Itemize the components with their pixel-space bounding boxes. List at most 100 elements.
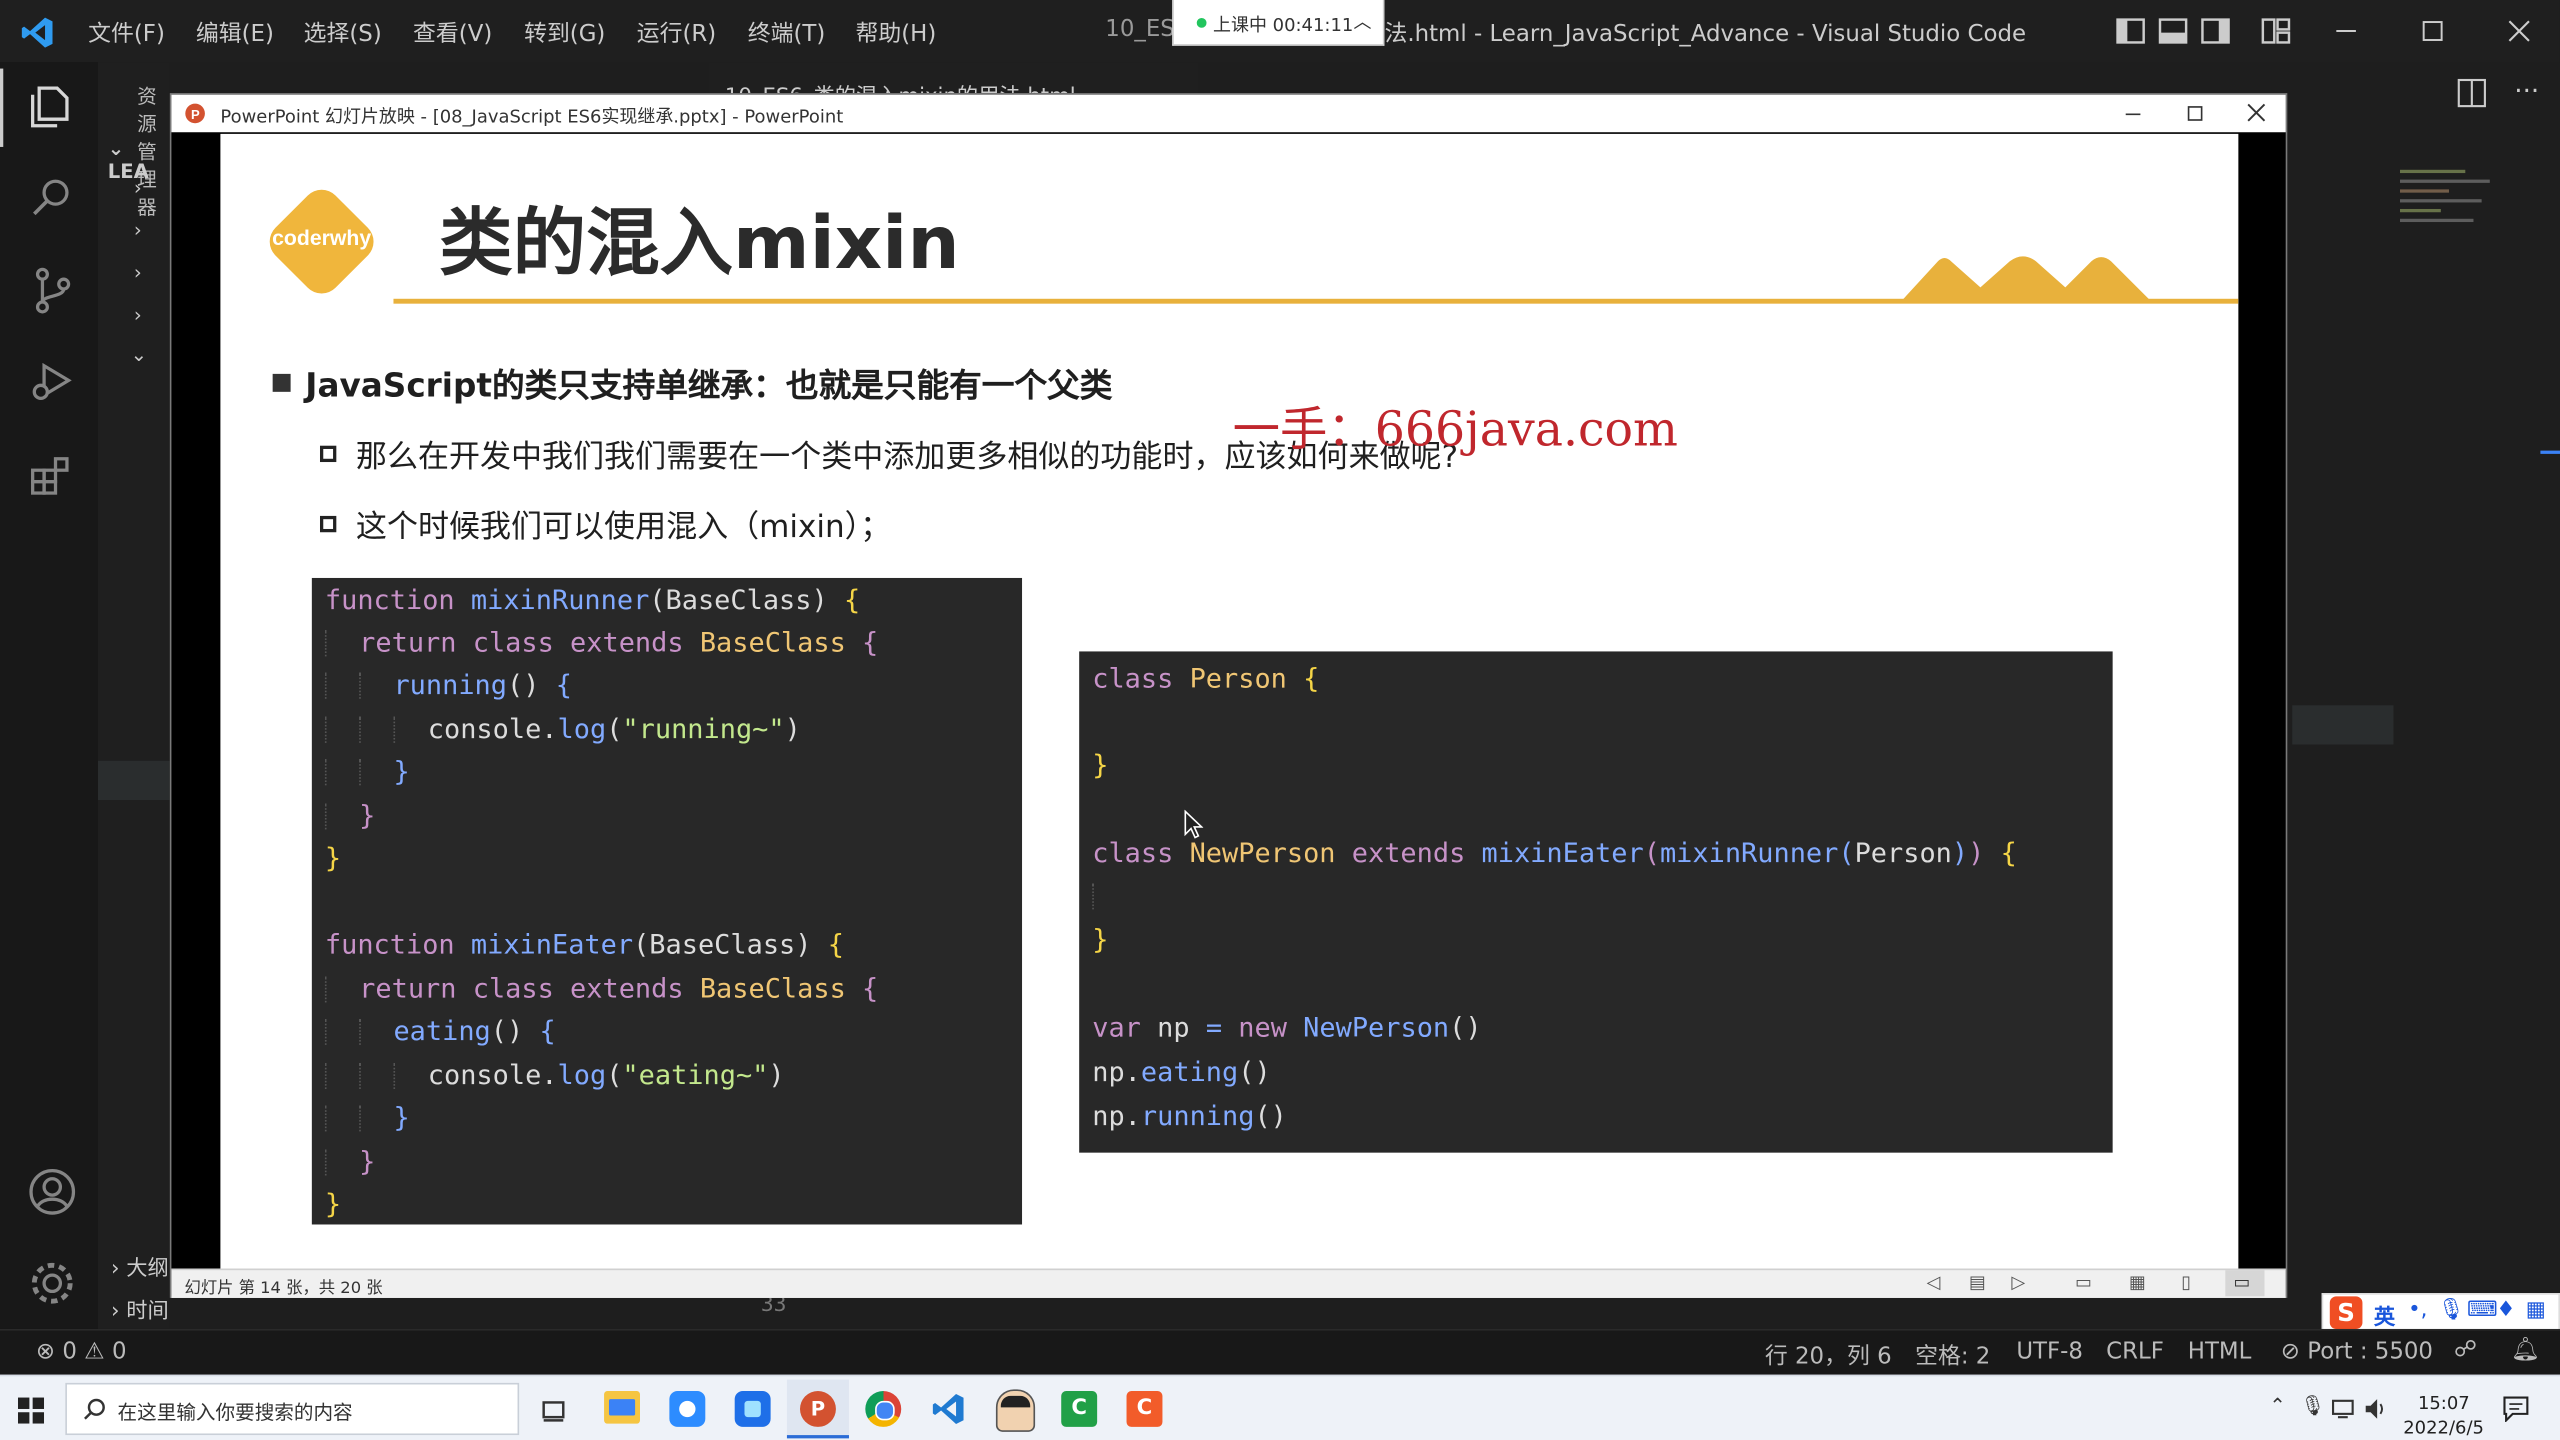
chevron-right-icon[interactable]: › [134, 304, 142, 327]
vscode-taskbar-icon[interactable] [931, 1391, 967, 1427]
toggle-sidebar-icon[interactable] [2116, 18, 2145, 44]
ime-toolbar[interactable]: S 英 •, 🎙 ⌨ ♦ ▦ [2321, 1293, 2560, 1333]
cursor-position[interactable]: 行 20，列 6 [1765, 1339, 1892, 1372]
class-timer-widget[interactable]: 上课中 00:41:11 ︿ [1172, 0, 1385, 46]
vscode-logo-icon [21, 17, 53, 48]
powerpoint-title-bar: P PowerPoint 幻灯片放映 - [08_JavaScript ES6实… [171, 94, 2286, 133]
chevron-right-icon[interactable]: › [134, 261, 142, 284]
slide-sorter-icon[interactable]: ▦ [2129, 1272, 2146, 1293]
previous-slide-icon[interactable]: ◁ [1927, 1272, 1941, 1293]
sub-bullet-2: 这个时候我们可以使用混入（mixin）； [355, 509, 892, 546]
menu-view[interactable]: 查看(V) [413, 16, 492, 49]
menu-run[interactable]: 运行(R) [637, 16, 716, 49]
manage-gear-icon[interactable] [26, 1257, 78, 1309]
svg-text:P: P [191, 107, 200, 122]
outline-section[interactable]: › 大纲 [111, 1251, 169, 1282]
volume-icon[interactable] [2364, 1398, 2390, 1421]
chevron-up-icon[interactable]: ⌃ [2269, 1394, 2285, 1417]
menu-terminal[interactable]: 终端(T) [748, 16, 826, 49]
mountain-decoration-icon [1902, 256, 2151, 301]
normal-view-icon[interactable]: ▭ [2075, 1272, 2092, 1293]
slide-menu-icon[interactable]: ▤ [1969, 1272, 1986, 1293]
accounts-icon[interactable] [26, 1166, 78, 1218]
punctuation-icon[interactable]: •, [2408, 1298, 2427, 1322]
task-view-icon[interactable] [540, 1398, 566, 1424]
app-feishu-icon[interactable] [734, 1391, 771, 1427]
powerpoint-taskbar-icon: P [799, 1391, 836, 1427]
window-title: 法.html - Learn_JavaScript_Advance - Visu… [1384, 21, 2027, 48]
skin-icon[interactable]: ♦ [2496, 1298, 2515, 1322]
menu-go[interactable]: 转到(G) [524, 16, 605, 49]
bullet-square-icon [272, 373, 291, 392]
sogou-logo-icon: S [2329, 1296, 2363, 1329]
powerpoint-app-icon: P [185, 103, 205, 124]
port-label: Port : 5500 [2307, 1338, 2433, 1365]
windows-start-icon[interactable] [17, 1397, 45, 1424]
microphone-icon[interactable]: 🎙︎ [2300, 1394, 2325, 1417]
checkbox-bullet-icon [319, 515, 337, 533]
app-cloud-icon[interactable] [669, 1391, 706, 1427]
app-orange-c-icon[interactable]: C [1126, 1391, 1163, 1427]
menu-edit[interactable]: 编辑(E) [196, 16, 274, 49]
split-editor-icon[interactable] [2457, 78, 2486, 108]
encoding[interactable]: UTF-8 [2016, 1339, 2083, 1365]
notification-center-icon[interactable] [2503, 1396, 2529, 1423]
keyboard-icon[interactable]: ⌨ [2467, 1298, 2498, 1322]
outline-label: 大纲 [126, 1257, 169, 1282]
microphone-icon[interactable]: 🎙 [2438, 1298, 2465, 1322]
explorer-icon[interactable] [26, 82, 75, 131]
recording-dot-icon [1196, 17, 1207, 28]
app-green-c-icon[interactable]: C [1061, 1391, 1098, 1427]
chevron-down-icon[interactable]: ⌄ [131, 343, 147, 366]
file-explorer-icon[interactable] [604, 1391, 640, 1424]
indentation[interactable]: 空格: 2 [1915, 1339, 1990, 1372]
taskbar-search-box[interactable]: 在这里输入你要搜索的内容 [65, 1382, 520, 1436]
clock-time[interactable]: 15:07 [2418, 1393, 2470, 1414]
customize-layout-icon[interactable] [2261, 18, 2291, 44]
watermark: 一手：666java.com [1232, 401, 1678, 458]
powerpoint-window: P PowerPoint 幻灯片放映 - [08_JavaScript ES6实… [169, 93, 2288, 1298]
language-mode[interactable]: HTML [2188, 1339, 2252, 1365]
minimap[interactable] [2399, 163, 2514, 294]
chrome-icon[interactable] [865, 1391, 902, 1427]
extensions-icon[interactable] [28, 451, 77, 500]
ppt-minimize-icon[interactable] [2124, 104, 2142, 122]
menu-help[interactable]: 帮助(H) [856, 16, 937, 49]
checkbox-bullet-icon [319, 445, 337, 463]
windows-taskbar: 在这里输入你要搜索的内容 P C C ⌃ 🎙︎ 15:07 2022/6/5 [0, 1374, 2560, 1440]
menu-selection[interactable]: 选择(S) [304, 16, 382, 49]
toggle-secondary-sidebar-icon[interactable] [2201, 18, 2230, 44]
close-icon[interactable] [2508, 20, 2531, 43]
clock-date[interactable]: 2022/6/5 [2403, 1417, 2484, 1438]
chevron-right-icon[interactable]: › [134, 176, 142, 199]
ppt-maximize-icon[interactable] [2186, 104, 2204, 122]
line-ending[interactable]: CRLF [2106, 1339, 2164, 1365]
minimize-icon[interactable] [2335, 20, 2358, 43]
chevron-right-icon[interactable]: › [134, 219, 142, 242]
reading-view-icon[interactable]: ▯ [2181, 1272, 2191, 1293]
slideshow-view-icon[interactable]: ▭ [2233, 1272, 2250, 1293]
run-debug-icon[interactable] [28, 356, 77, 405]
ime-language[interactable]: 英 [2374, 1300, 2395, 1330]
more-actions-icon[interactable]: ··· [2514, 75, 2539, 106]
mouse-pointer-icon [1184, 809, 1204, 839]
search-icon [84, 1398, 105, 1420]
taskbar-powerpoint-active[interactable]: P [786, 1379, 849, 1439]
logo-text: coderwhy [272, 225, 372, 250]
menu-file[interactable]: 文件(F) [88, 16, 165, 49]
ppt-close-icon[interactable] [2247, 103, 2267, 123]
app-avatar-icon[interactable] [995, 1389, 1036, 1432]
notifications-bell-icon[interactable]: 🔔︎ [2511, 1337, 2540, 1363]
chevron-up-icon[interactable]: ︿ [1353, 8, 1371, 34]
toolbox-icon[interactable]: ▦ [2526, 1298, 2546, 1322]
source-control-icon[interactable] [28, 264, 77, 316]
maximize-icon[interactable] [2421, 20, 2444, 43]
search-icon[interactable] [28, 173, 77, 222]
problems-indicator[interactable]: ⊗ 0 ⚠ 0 [36, 1339, 127, 1365]
next-slide-icon[interactable]: ▷ [2011, 1272, 2025, 1293]
live-server-port[interactable]: ⊘ Port : 5500 [2281, 1339, 2433, 1365]
toggle-panel-icon[interactable] [2158, 18, 2188, 44]
network-icon[interactable] [2331, 1398, 2357, 1421]
slide-counter: 幻灯片 第 14 张，共 20 张 [184, 1279, 383, 1298]
account-feedback-icon[interactable]: ☍ [2454, 1337, 2477, 1363]
